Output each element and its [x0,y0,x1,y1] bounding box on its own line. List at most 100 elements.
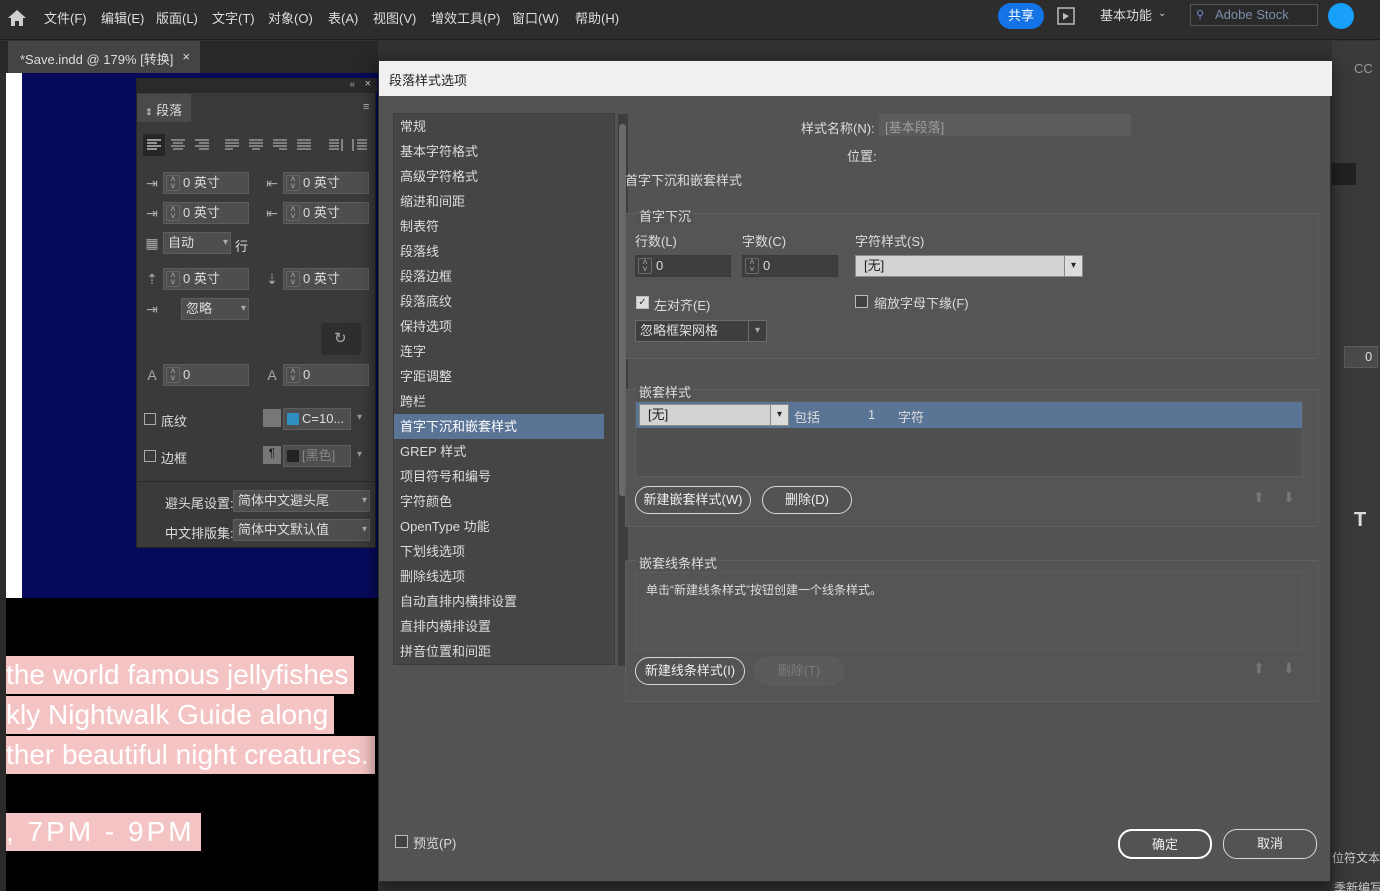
grid-align-dropdown[interactable]: 自动 ▾ [163,232,231,254]
category-item[interactable]: 下划线选项 [394,539,604,564]
category-item[interactable]: 删除线选项 [394,564,604,589]
chevron-down-icon[interactable]: ▾ [357,449,362,460]
shading-swatch-icon[interactable] [263,409,281,427]
collapse-icon[interactable]: « [349,79,355,90]
category-item[interactable]: 自动直排内横排设置 [394,589,604,614]
chevron-down-icon[interactable]: ⌄ [1158,8,1166,19]
justify-left-icon[interactable] [221,134,243,156]
category-item[interactable]: 连字 [394,339,604,364]
stepper-icon[interactable]: ˄ ˅ [166,175,180,191]
category-item[interactable]: 拼音位置和间距 [394,639,604,664]
paragraph-tab[interactable]: ⇕ 段落 [137,94,191,122]
move-up-icon[interactable]: ⬆ [1253,489,1265,506]
menu-help[interactable]: 帮助(H) [575,8,619,27]
align-left-checkbox[interactable]: ✓ [636,296,649,309]
space-before-input[interactable]: ˄ ˅ 0 英寸 [163,268,249,290]
shading-checkbox[interactable] [144,413,156,425]
text-line[interactable]: ther beautiful night creatures. [6,736,375,774]
category-item[interactable]: 跨栏 [394,389,604,414]
category-item[interactable]: 基本字符格式 [394,139,604,164]
space-after-input[interactable]: ˄ ˅ 0 英寸 [283,268,369,290]
home-icon[interactable] [6,7,28,29]
category-item[interactable]: 段落底纹 [394,289,604,314]
category-item[interactable]: 项目符号和编号 [394,464,604,489]
text-line[interactable]: kly Nightwalk Guide along [6,696,335,734]
stepper-icon[interactable]: ˄ ˅ [286,205,300,221]
workspace-switcher[interactable]: 基本功能 [1100,5,1152,24]
category-item[interactable]: 段落线 [394,239,604,264]
right-indent-input[interactable]: ˄ ˅ 0 英寸 [283,172,369,194]
first-line-indent-input[interactable]: ˄ ˅ 0 英寸 [163,202,249,224]
share-button[interactable]: 共享 [998,3,1044,29]
creative-cloud-icon[interactable] [1328,3,1354,29]
cc-libraries-label[interactable]: CC [1354,61,1373,76]
drop-cap-chars-input[interactable]: ˄ ˅ 0 [742,255,838,277]
justify-right-icon[interactable] [269,134,291,156]
border-checkbox[interactable] [144,450,156,462]
border-color-dropdown[interactable]: [黑色] [283,445,351,467]
nested-styles-list[interactable]: [无] ▾ 包括 1 字符 [635,401,1303,477]
category-item[interactable]: 直排内横排设置 [394,614,604,639]
menu-window[interactable]: 窗口(W) [512,8,559,27]
publish-icon[interactable] [1056,6,1076,26]
stepper-icon[interactable]: ˄ ˅ [638,258,652,274]
close-icon[interactable]: × [182,49,190,64]
chevron-down-icon[interactable]: ▾ [357,412,362,423]
cancel-button[interactable]: 取消 [1223,829,1317,859]
category-item[interactable]: 高级字符格式 [394,164,604,189]
close-icon[interactable]: × [365,78,371,90]
category-item[interactable]: 保持选项 [394,314,604,339]
category-item[interactable]: GREP 样式 [394,439,604,464]
drop-cap-lines-input[interactable]: ˄ ˅ 0 [163,364,249,386]
shading-color-dropdown[interactable]: C=10... [283,408,351,430]
menu-object[interactable]: 对象(O) [268,8,313,27]
menu-plugins[interactable]: 增效工具(P) [431,8,500,27]
adobe-stock-search[interactable]: Adobe Stock [1190,4,1318,26]
document-tab[interactable]: *Save.indd @ 179% [转换] × [8,41,200,73]
right-field[interactable]: 0 [1344,346,1378,368]
drop-cap-chars-input[interactable]: ˄ ˅ 0 [283,364,369,386]
justify-all-icon[interactable] [293,134,315,156]
justify-center-icon[interactable] [245,134,267,156]
stepper-icon[interactable]: ˄ ˅ [745,258,759,274]
category-item-selected[interactable]: 首字下沉和嵌套样式 [394,414,604,439]
move-down-icon[interactable]: ⬇ [1283,489,1295,506]
category-item[interactable]: 字距调整 [394,364,604,389]
panel-menu-icon[interactable]: ≡ [363,101,369,113]
text-line[interactable]: the world famous jellyfishes [6,656,355,694]
style-name-field[interactable]: [基本段落] [879,114,1131,136]
refresh-button[interactable]: ↻ [321,323,361,355]
menu-table[interactable]: 表(A) [328,8,358,27]
kinsoku-dropdown[interactable]: 简体中文避头尾 ▾ [233,490,370,512]
nested-line-styles-list[interactable]: 单击“新建线条样式”按钮创建一个线条样式。 [635,572,1303,650]
menu-file[interactable]: 文件(F) [44,8,87,27]
stepper-icon[interactable]: ˄ ˅ [166,367,180,383]
align-center-icon[interactable] [167,134,189,156]
nested-style-row[interactable]: [无] ▾ 包括 1 字符 [636,402,1302,428]
mojikumi-dropdown[interactable]: 简体中文默认值 ▾ [233,519,370,541]
align-towards-spine-icon[interactable] [325,134,347,156]
drop-cap-lines-input[interactable]: ˄ ˅ 0 [635,255,731,277]
frame-grid-dropdown[interactable]: 忽略框架网格 ▾ [635,320,767,342]
menu-layout[interactable]: 版面(L) [156,8,198,27]
last-line-indent-input[interactable]: ˄ ˅ 0 英寸 [283,202,369,224]
type-tool-icon[interactable]: T [1354,509,1366,532]
stepper-icon[interactable]: ˄ ˅ [166,205,180,221]
char-style-dropdown[interactable]: [无] ▾ [855,255,1083,277]
category-item[interactable]: 字符颜色 [394,489,604,514]
preview-checkbox[interactable] [395,835,408,848]
nested-style-dropdown[interactable]: [无] ▾ [639,404,789,426]
menu-type[interactable]: 文字(T) [212,8,255,27]
pilcrow-icon[interactable]: ¶ [263,446,281,464]
stepper-icon[interactable]: ˄ ˅ [286,367,300,383]
stepper-icon[interactable]: ˄ ˅ [286,271,300,287]
scale-descenders-checkbox[interactable] [855,295,868,308]
category-item[interactable]: OpenType 功能 [394,514,604,539]
new-line-style-button[interactable]: 新建线条样式(I) [635,657,745,685]
align-right-icon[interactable] [191,134,213,156]
menu-edit[interactable]: 编辑(E) [101,8,144,27]
category-item[interactable]: 缩进和间距 [394,189,604,214]
left-indent-input[interactable]: ˄ ˅ 0 英寸 [163,172,249,194]
delete-nested-style-button[interactable]: 删除(D) [762,486,852,514]
stepper-icon[interactable]: ˄ ˅ [166,271,180,287]
